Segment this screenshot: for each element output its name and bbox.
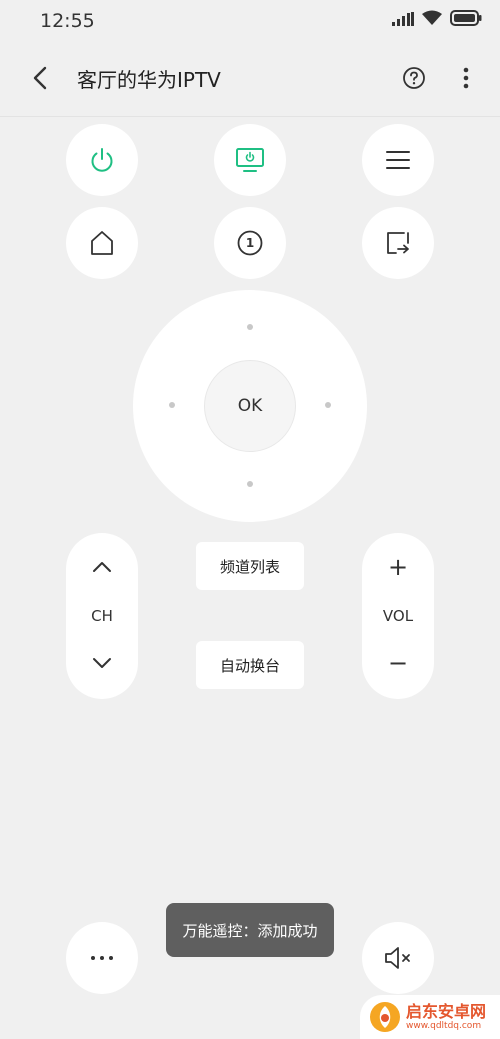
more-horizontal-icon — [91, 956, 113, 960]
channel-down-button[interactable] — [66, 643, 138, 683]
chevron-down-icon — [93, 658, 111, 668]
number-one-button[interactable]: 1 — [214, 207, 286, 279]
return-button[interactable] — [362, 207, 434, 279]
wifi-icon — [422, 10, 442, 30]
power-button[interactable] — [66, 124, 138, 196]
toast-message: 万能遥控：添加成功 — [166, 903, 334, 957]
volume-down-button[interactable]: − — [362, 643, 434, 683]
return-icon — [387, 232, 409, 254]
channel-label: CH — [91, 607, 113, 625]
auto-switch-button[interactable]: 自动换台 — [196, 641, 304, 689]
number-one-label: 1 — [245, 236, 255, 250]
help-icon — [403, 67, 425, 89]
more-options-button[interactable] — [452, 60, 480, 96]
watermark-logo-icon — [370, 1002, 400, 1032]
menu-button[interactable] — [362, 124, 434, 196]
channel-control: CH — [66, 533, 138, 699]
watermark-name: 启东安卓网 — [406, 1001, 487, 1021]
header-divider — [0, 116, 500, 117]
menu-icon — [386, 151, 410, 169]
input-source-icon — [236, 148, 264, 172]
help-button[interactable] — [396, 60, 432, 96]
volume-label: VOL — [382, 607, 414, 625]
watermark: 启东安卓网 www.qdltdq.com — [360, 995, 500, 1039]
dpad-down[interactable] — [247, 481, 253, 487]
plus-icon: + — [387, 553, 409, 581]
power-icon — [91, 148, 113, 172]
dpad-right[interactable] — [325, 402, 331, 408]
home-icon — [91, 231, 113, 255]
status-time: 12:55 — [40, 10, 95, 32]
page-title: 客厅的华为IPTV — [77, 68, 221, 92]
mute-button[interactable] — [362, 922, 434, 994]
input-source-button[interactable] — [214, 124, 286, 196]
channel-up-button[interactable] — [66, 547, 138, 587]
volume-control: + VOL − — [362, 533, 434, 699]
chevron-up-icon — [93, 562, 111, 572]
back-button[interactable] — [22, 60, 58, 96]
minus-icon: − — [387, 649, 409, 677]
status-icons — [392, 10, 482, 30]
watermark-url: www.qdltdq.com — [406, 1020, 482, 1031]
channel-list-button[interactable]: 频道列表 — [196, 542, 304, 590]
dpad-up[interactable] — [247, 324, 253, 330]
chevron-left-icon — [33, 66, 47, 90]
more-vertical-icon — [463, 67, 469, 89]
dpad-left[interactable] — [169, 402, 175, 408]
mute-icon — [385, 947, 410, 969]
volume-up-button[interactable]: + — [362, 547, 434, 587]
battery-icon — [450, 10, 482, 30]
signal-icon — [392, 11, 414, 30]
home-button[interactable] — [66, 207, 138, 279]
more-keys-button[interactable] — [66, 922, 138, 994]
ok-button[interactable]: OK — [204, 360, 296, 452]
